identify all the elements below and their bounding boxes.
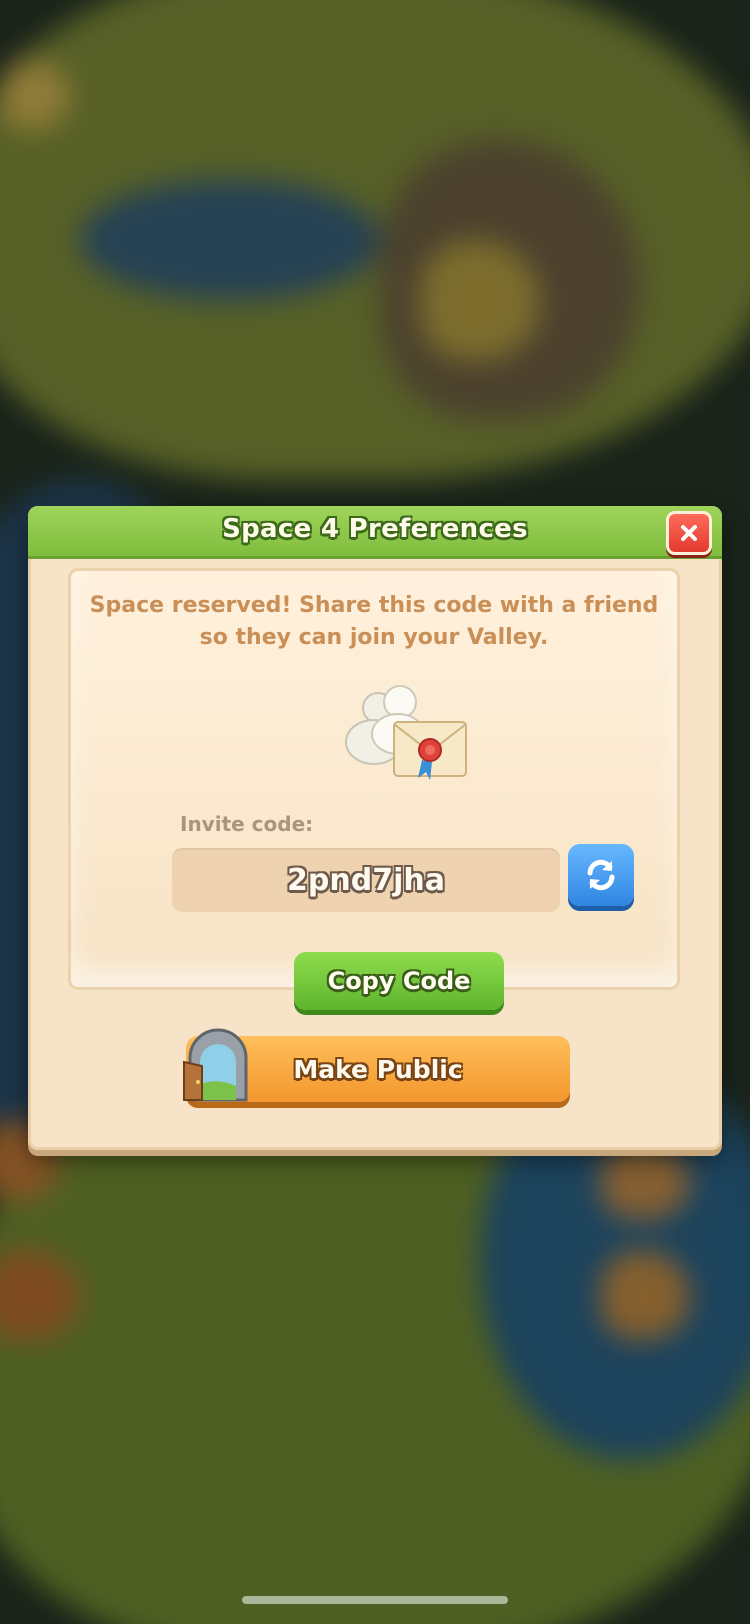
space-preferences-dialog: Space 4 Preferences Space reserved! Shar… [28, 506, 722, 1150]
make-public-label: Make Public [293, 1054, 463, 1084]
invite-code-field[interactable]: 2pnd7jha [172, 848, 560, 912]
copy-code-label: Copy Code [327, 967, 471, 995]
dialog-content-panel: Space reserved! Share this code with a f… [68, 568, 680, 1010]
close-button[interactable] [666, 511, 712, 555]
invite-code-value: 2pnd7jha [287, 862, 445, 898]
dialog-header: Space 4 Preferences [28, 506, 722, 559]
refresh-code-button[interactable] [568, 844, 634, 906]
door-icon [183, 1028, 248, 1102]
make-public-button[interactable]: Make Public [183, 1028, 570, 1102]
reservation-message: Space reserved! Share this code with a f… [89, 593, 659, 650]
friends-invite-envelope-icon [345, 685, 467, 780]
close-icon [681, 525, 697, 541]
dialog-title: Space 4 Preferences [222, 514, 528, 544]
home-indicator[interactable] [242, 1596, 508, 1604]
refresh-icon [587, 859, 615, 891]
copy-code-button[interactable]: Copy Code [294, 952, 504, 1010]
invite-code-label: Invite code: [180, 812, 314, 836]
